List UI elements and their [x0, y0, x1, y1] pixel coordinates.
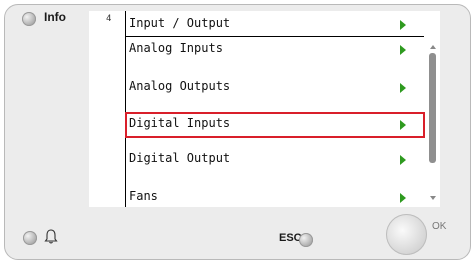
menu-item-label: Fans: [129, 189, 158, 203]
menu-item-fans[interactable]: Fans: [129, 188, 417, 207]
esc-button[interactable]: [299, 233, 313, 247]
menu-item-digital-output[interactable]: Digital Output: [129, 150, 417, 170]
info-led-icon[interactable]: [22, 12, 36, 26]
menu-item-analog-outputs[interactable]: Analog Outputs: [129, 78, 417, 98]
menu-item-label: Analog Inputs: [129, 41, 223, 55]
screen-divider-horizontal: [125, 36, 424, 37]
screen-divider-vertical: [125, 11, 126, 207]
arrow-right-icon: [400, 155, 406, 165]
ok-button[interactable]: [386, 214, 427, 255]
arrow-right-icon: [400, 20, 406, 30]
menu-title-label: Input / Output: [129, 16, 231, 30]
alarm-bell-icon[interactable]: [44, 229, 58, 245]
menu-item-label: Analog Outputs: [129, 79, 231, 93]
menu-title[interactable]: Input / Output: [129, 15, 417, 35]
arrow-right-icon: [400, 193, 406, 203]
arrow-right-icon: [400, 83, 406, 93]
menu-level: 4: [106, 14, 112, 24]
scroll-down-icon[interactable]: [430, 196, 436, 200]
display-screen: 4 Input / Output Analog Inputs Analog Ou…: [89, 11, 440, 207]
menu-item-digital-inputs[interactable]: Digital Inputs: [125, 112, 425, 138]
alarm-led-icon[interactable]: [23, 231, 37, 245]
menu-item-label: Digital Inputs: [129, 116, 231, 130]
menu-item-analog-inputs[interactable]: Analog Inputs: [129, 40, 417, 60]
menu-item-label: Digital Output: [129, 151, 231, 165]
info-label: Info: [44, 10, 66, 24]
scroll-up-icon[interactable]: [430, 45, 436, 49]
arrow-right-icon: [400, 120, 406, 130]
ok-label: OK: [432, 221, 447, 232]
arrow-right-icon: [400, 45, 406, 55]
scrollbar-thumb[interactable]: [429, 53, 436, 163]
